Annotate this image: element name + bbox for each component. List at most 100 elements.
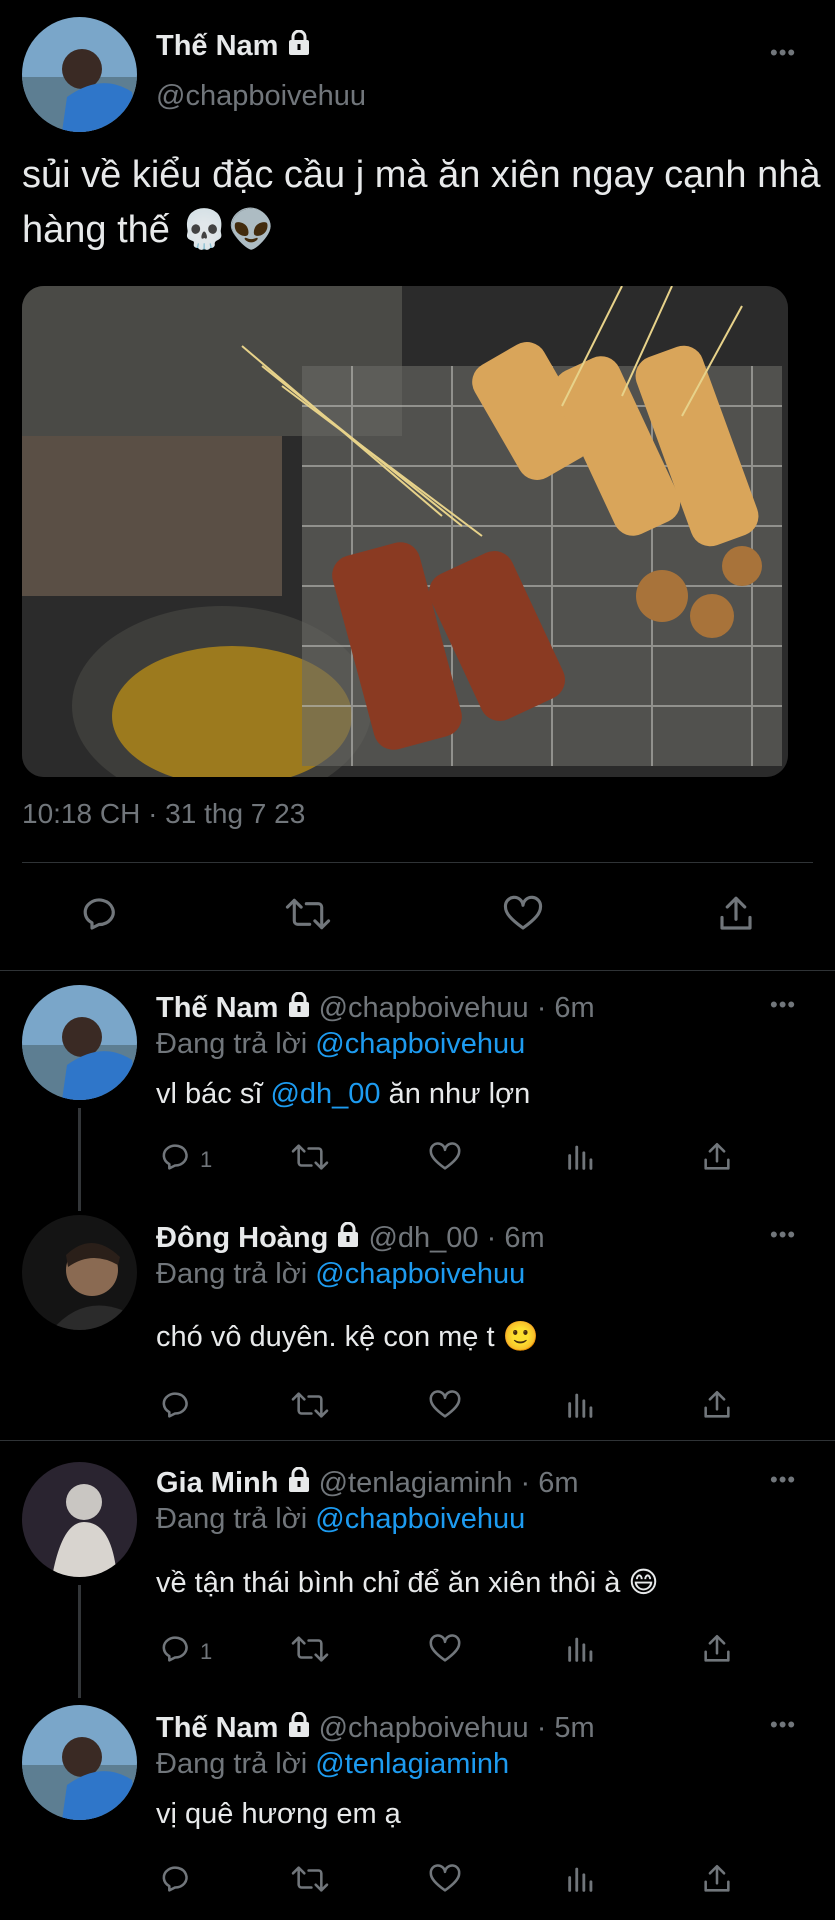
share-icon (700, 1634, 734, 1670)
reply-header: Gia Minh @tenlagiaminh · 6m (156, 1466, 579, 1501)
handle[interactable]: @tenlagiaminh (319, 1467, 513, 1499)
display-name[interactable]: Thế Nam (156, 1712, 278, 1744)
mention-link[interactable]: @chapboivehuu (315, 1503, 525, 1535)
reply-actions (158, 1862, 738, 1902)
avatar[interactable] (22, 17, 137, 132)
reply-actions: 1 (158, 1140, 738, 1180)
heart-icon (502, 895, 544, 939)
share-icon (700, 1864, 734, 1900)
reply-icon (158, 1140, 192, 1180)
replying-to: Đang trả lời @chapboivehuu (156, 1258, 525, 1291)
handle[interactable]: @chapboivehuu (156, 80, 366, 113)
share-button[interactable] (700, 1862, 734, 1901)
replying-prefix: Đang trả lời (156, 1028, 308, 1060)
mention-link[interactable]: @tenlagiaminh (315, 1748, 509, 1780)
reply-button[interactable]: 1 (158, 1632, 212, 1672)
like-button[interactable] (428, 1632, 462, 1671)
more-icon[interactable]: ••• (770, 1712, 796, 1738)
avatar[interactable] (22, 1215, 137, 1330)
share-button[interactable] (715, 893, 757, 940)
tweet-text: sủi về kiểu đặc cầu j mà ăn xiên ngay cạ… (22, 154, 821, 251)
handle[interactable]: @chapboivehuu (319, 992, 529, 1024)
divider (0, 970, 835, 971)
author-name-row: Thế Nam (156, 29, 311, 64)
share-button[interactable] (700, 1632, 734, 1671)
reply-text: vl bác sĩ @dh_00 ăn như lợn (156, 1078, 530, 1111)
reply-count: 1 (200, 1639, 213, 1664)
heart-icon (428, 1634, 462, 1670)
retweet-button[interactable] (290, 1140, 330, 1179)
thread-line (78, 1585, 81, 1698)
lock-icon (287, 29, 311, 64)
like-button[interactable] (428, 1862, 462, 1901)
mention-link[interactable]: @chapboivehuu (315, 1258, 525, 1290)
more-icon[interactable]: ••• (770, 40, 796, 66)
views-button[interactable] (564, 1388, 598, 1427)
mention-link[interactable]: @dh_00 (270, 1078, 380, 1110)
reply-text: vị quê hương em ạ (156, 1798, 401, 1830)
avatar[interactable] (22, 985, 137, 1100)
reply-text: chó vô duyên. kệ con mẹ t 🙂 (156, 1321, 539, 1353)
reply-button[interactable] (158, 1862, 192, 1901)
reply-actions: 1 (158, 1632, 738, 1672)
like-button[interactable] (428, 1140, 462, 1179)
retweet-button[interactable] (290, 1388, 330, 1427)
avatar[interactable] (22, 1462, 137, 1577)
reply-header: Thế Nam @chapboivehuu · 5m (156, 1711, 595, 1746)
replying-to: Đang trả lời @tenlagiaminh (156, 1748, 509, 1781)
share-button[interactable] (700, 1388, 734, 1427)
views-icon (564, 1393, 598, 1426)
views-button[interactable] (564, 1862, 598, 1901)
lock-icon (287, 1711, 311, 1746)
tweet-photo[interactable] (22, 286, 788, 777)
retweet-button[interactable] (290, 1862, 330, 1901)
replying-prefix: Đang trả lời (156, 1258, 308, 1290)
lock-icon (287, 991, 311, 1026)
more-icon[interactable]: ••• (770, 992, 796, 1018)
reply-button[interactable]: 1 (158, 1140, 212, 1180)
retweet-icon (290, 1144, 330, 1178)
reply-actions (158, 1388, 738, 1428)
reply-button[interactable] (78, 893, 120, 940)
avatar[interactable] (22, 1705, 137, 1820)
reply-button[interactable] (158, 1388, 192, 1427)
share-button[interactable] (700, 1140, 734, 1179)
retweet-button[interactable] (290, 1632, 330, 1671)
views-button[interactable] (564, 1140, 598, 1179)
display-name[interactable]: Thế Nam (156, 992, 278, 1024)
reply-time[interactable]: · 6m (521, 1467, 579, 1499)
handle[interactable]: @dh_00 (368, 1222, 478, 1254)
reply-header: Thế Nam @chapboivehuu · 6m (156, 991, 595, 1026)
lock-icon (336, 1221, 360, 1256)
display-name[interactable]: Đông Hoàng (156, 1222, 328, 1254)
display-name[interactable]: Thế Nam (156, 30, 278, 62)
retweet-icon (290, 1866, 330, 1900)
tweet-timestamp[interactable]: 10:18 CH · 31 thg 7 23 (22, 798, 305, 830)
reply-time[interactable]: · 6m (537, 992, 595, 1024)
mention-link[interactable]: @chapboivehuu (315, 1028, 525, 1060)
reply-time[interactable]: · 5m (537, 1712, 595, 1744)
retweet-icon (290, 1636, 330, 1670)
more-icon[interactable]: ••• (770, 1222, 796, 1248)
share-icon (715, 896, 757, 939)
views-icon (564, 1145, 598, 1178)
reply-time[interactable]: · 6m (487, 1222, 545, 1254)
divider (0, 1440, 835, 1441)
display-name[interactable]: Gia Minh (156, 1467, 278, 1499)
reply-icon (158, 1392, 192, 1426)
handle[interactable]: @chapboivehuu (319, 1712, 529, 1744)
share-icon (700, 1390, 734, 1426)
reply-text-part: ăn như lợn (380, 1078, 531, 1110)
thread-line (78, 1108, 81, 1211)
reply-icon (158, 1866, 192, 1900)
heart-icon (428, 1390, 462, 1426)
like-button[interactable] (428, 1388, 462, 1427)
heart-icon (428, 1142, 462, 1178)
retweet-icon (284, 898, 332, 939)
more-icon[interactable]: ••• (770, 1467, 796, 1493)
like-button[interactable] (502, 893, 544, 940)
views-button[interactable] (564, 1632, 598, 1671)
reply-header: Đông Hoàng @dh_00 · 6m (156, 1221, 545, 1256)
reply-text-part: vl bác sĩ (156, 1078, 271, 1110)
retweet-button[interactable] (284, 893, 332, 940)
